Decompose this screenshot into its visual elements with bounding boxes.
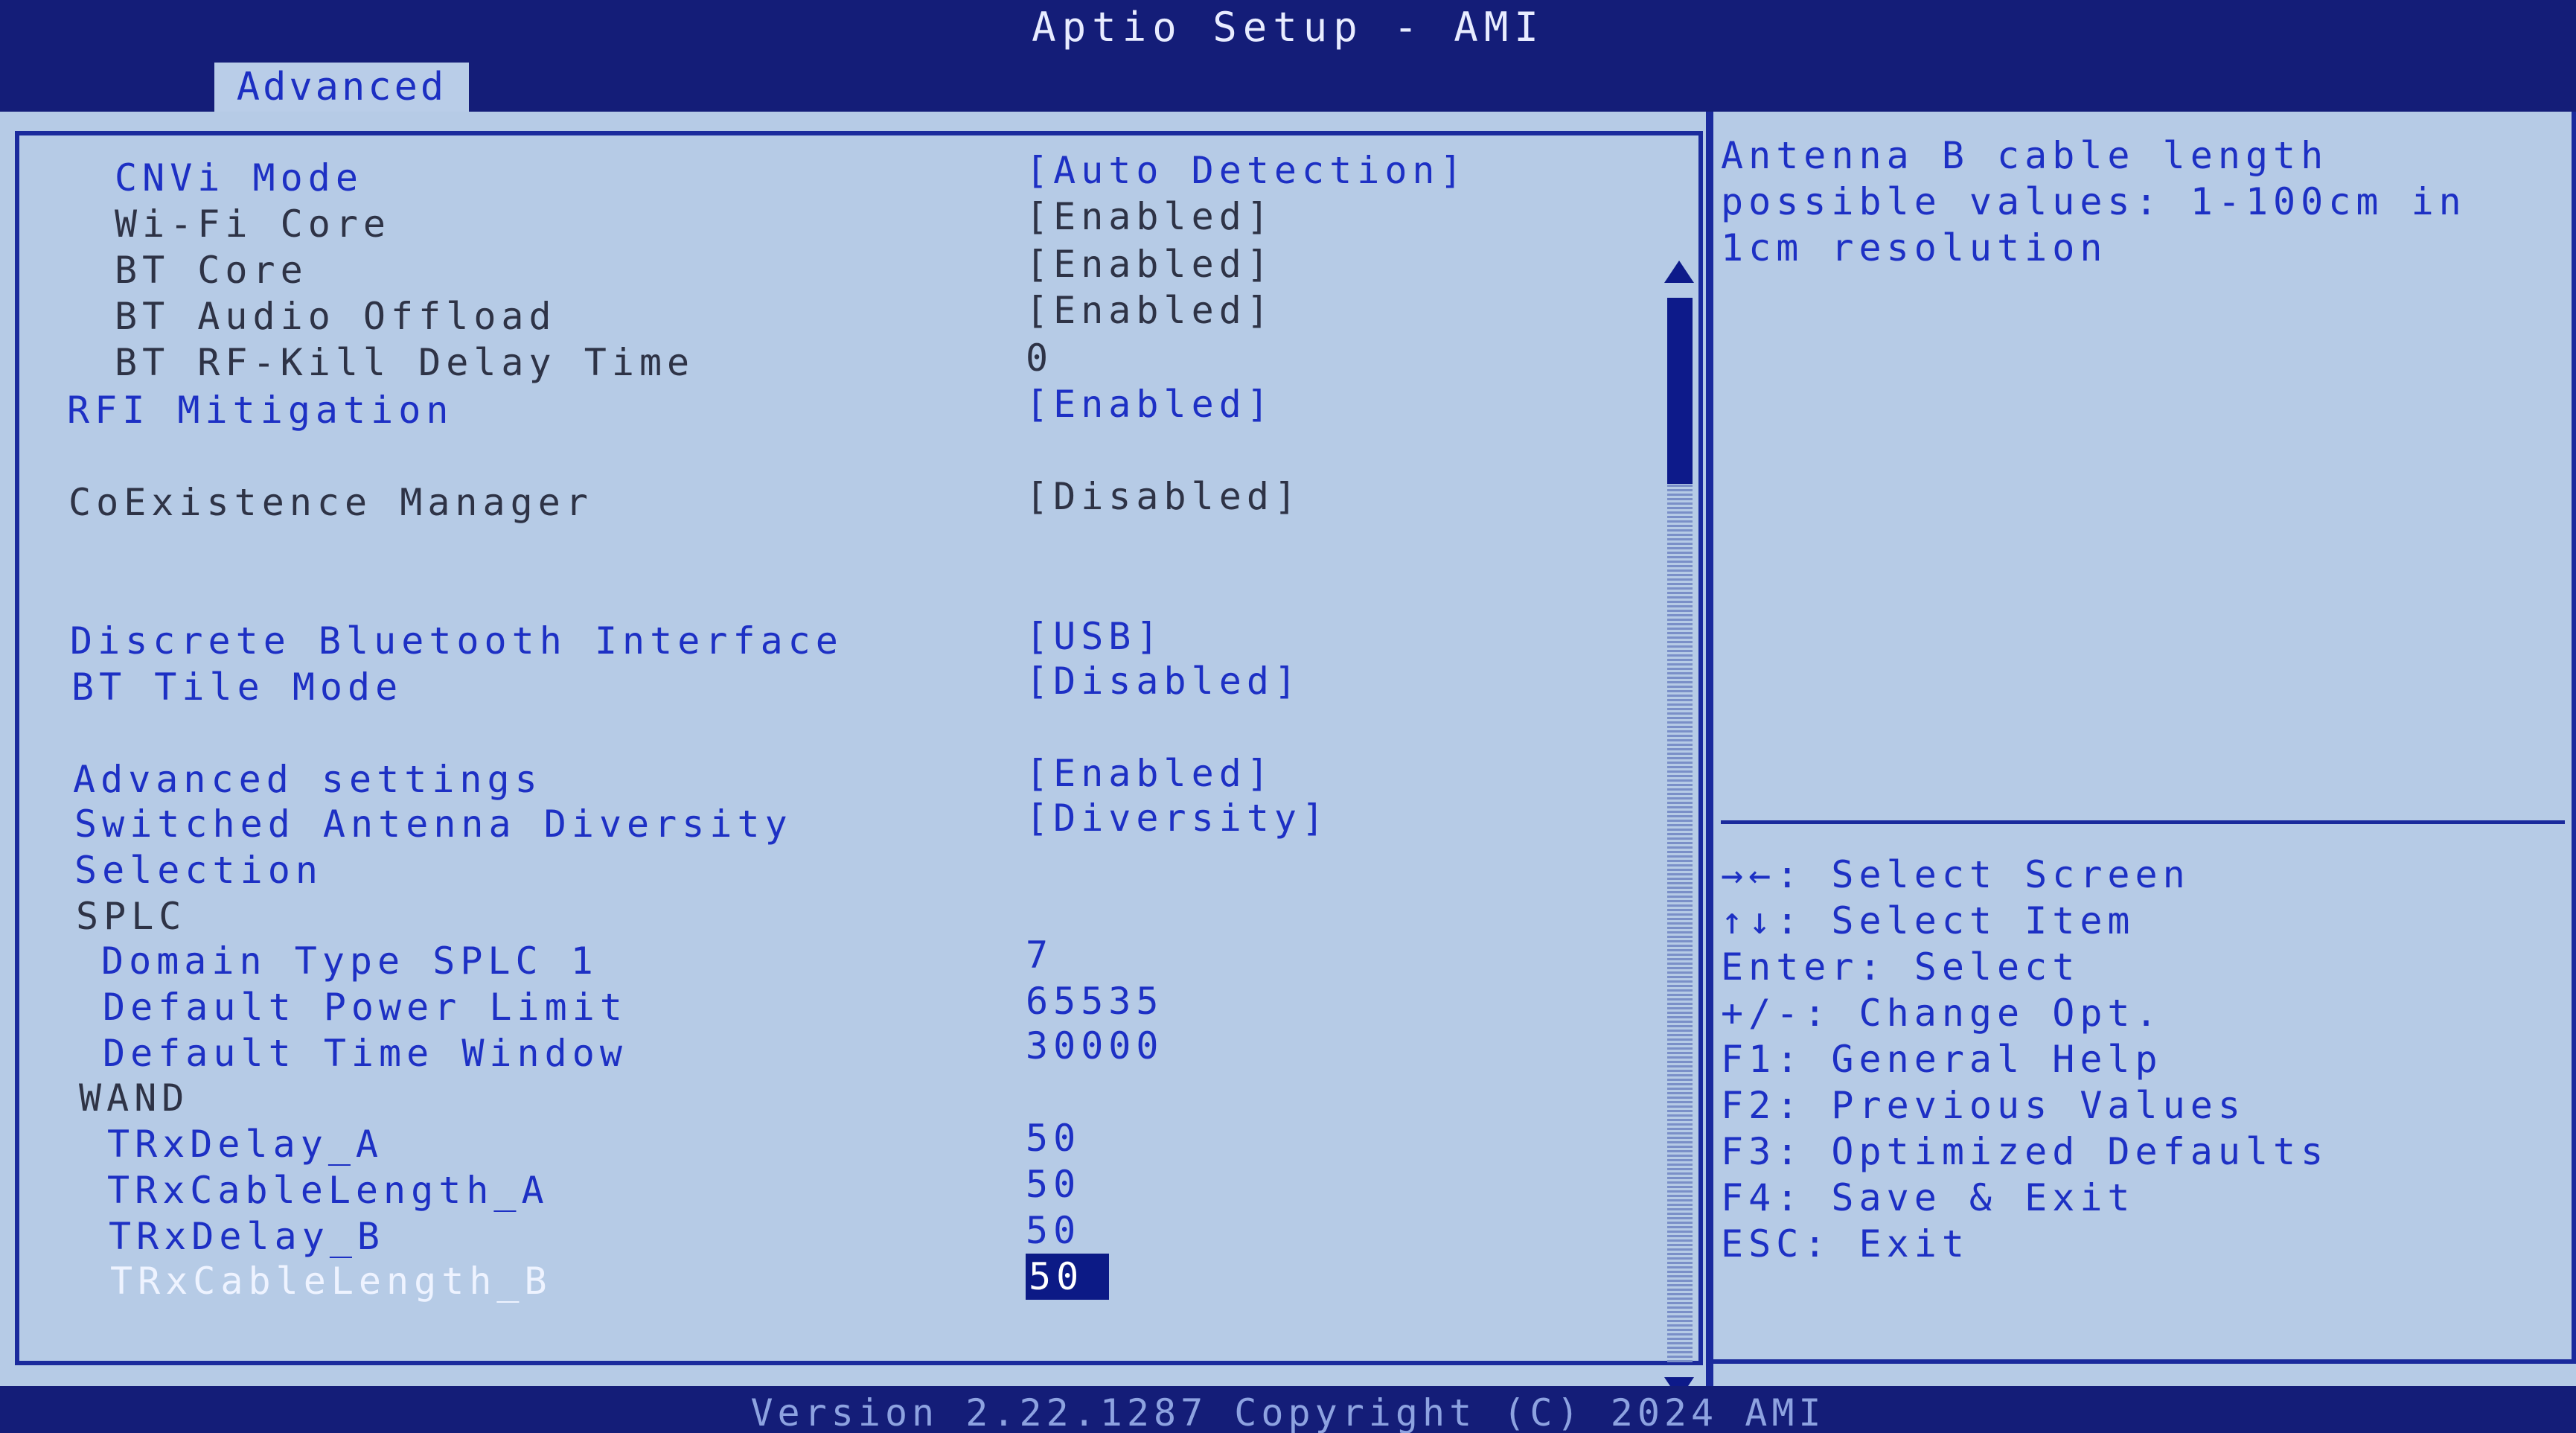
setting-default-time-window-value[interactable]: 30000 bbox=[1026, 1023, 1164, 1069]
setting-bt-tile-mode[interactable]: BT Tile Mode bbox=[71, 664, 403, 710]
setting-coexistence-manager: CoExistence Manager bbox=[68, 481, 593, 524]
panel-divider bbox=[1706, 112, 1713, 1386]
setting-trxcablelength-b-value[interactable]: 50 bbox=[1026, 1254, 1110, 1300]
key-hint-general-help: F1: General Help bbox=[1721, 1038, 2163, 1081]
setting-trxdelay-a-value[interactable]: 50 bbox=[1026, 1115, 1081, 1161]
key-hint-select-screen: →←: Select Screen bbox=[1721, 853, 2190, 896]
setting-trxcablelength-a[interactable]: TRxCableLength_A bbox=[107, 1167, 549, 1213]
setting-bt-audio-offload-value: [Enabled] bbox=[1026, 289, 1274, 332]
setting-rfi-mitigation-value[interactable]: [Enabled] bbox=[1026, 381, 1274, 427]
key-hint-previous-values: F2: Previous Values bbox=[1721, 1084, 2246, 1127]
setting-cnvi-mode[interactable]: CNVi Mode bbox=[115, 155, 363, 201]
setting-bt-rfkill-delay: BT RF-Kill Delay Time bbox=[115, 341, 695, 384]
app-title: Aptio Setup - AMI bbox=[1032, 4, 1544, 51]
setting-domain-type-splc-value[interactable]: 7 bbox=[1026, 932, 1053, 978]
setting-default-time-window[interactable]: Default Time Window bbox=[103, 1030, 627, 1076]
scrollbar-thumb[interactable] bbox=[1667, 298, 1693, 484]
key-hint-optimized-defaults: F3: Optimized Defaults bbox=[1721, 1130, 2329, 1173]
setting-advanced-settings-value[interactable]: [Enabled] bbox=[1026, 750, 1274, 797]
setting-trxcablelength-a-value[interactable]: 50 bbox=[1026, 1161, 1081, 1207]
scroll-up-arrow-icon[interactable] bbox=[1664, 261, 1694, 283]
setting-trxdelay-a[interactable]: TRxDelay_A bbox=[107, 1121, 383, 1167]
setting-bt-core: BT Core bbox=[115, 249, 308, 292]
help-text-line: possible values: 1-100cm in bbox=[1721, 180, 2467, 223]
setting-wifi-core: Wi-Fi Core bbox=[115, 202, 391, 246]
setting-switched-antenna-diversity-line2[interactable]: Selection bbox=[74, 847, 323, 893]
key-hint-select-item: ↑↓: Select Item bbox=[1721, 899, 2135, 942]
setting-bt-rfkill-delay-value: 0 bbox=[1026, 336, 1054, 380]
setup-content: CNVi Mode [Auto Detection] Wi-Fi Core [E… bbox=[0, 112, 2576, 1400]
section-wand: WAND bbox=[79, 1076, 190, 1120]
setting-bt-tile-mode-value[interactable]: [Disabled] bbox=[1026, 658, 1302, 704]
setting-discrete-bt-interface-value[interactable]: [USB] bbox=[1026, 613, 1164, 660]
section-splc: SPLC bbox=[76, 895, 187, 938]
setting-rfi-mitigation[interactable]: RFI Mitigation bbox=[67, 387, 453, 433]
tab-advanced[interactable]: Advanced bbox=[214, 63, 469, 112]
setting-switched-antenna-diversity-value[interactable]: [Diversity] bbox=[1026, 795, 1329, 841]
setting-bt-audio-offload: BT Audio Offload bbox=[115, 295, 557, 338]
help-text-line: 1cm resolution bbox=[1721, 226, 2108, 269]
key-hint-change-opt: +/-: Change Opt. bbox=[1721, 992, 2163, 1035]
setting-cnvi-mode-value[interactable]: [Auto Detection] bbox=[1026, 147, 1468, 194]
version-copyright: Version 2.22.1287 Copyright (C) 2024 AMI bbox=[750, 1391, 1826, 1433]
setting-advanced-settings[interactable]: Advanced settings bbox=[73, 756, 543, 802]
setting-bt-core-value: [Enabled] bbox=[1026, 243, 1274, 286]
key-hint-exit: ESC: Exit bbox=[1721, 1222, 1969, 1266]
setting-switched-antenna-diversity[interactable]: Switched Antenna Diversity bbox=[74, 801, 793, 847]
help-divider bbox=[1721, 820, 2565, 824]
setting-domain-type-splc[interactable]: Domain Type SPLC 1 bbox=[101, 938, 598, 984]
setting-trxdelay-b-value[interactable]: 50 bbox=[1026, 1207, 1081, 1254]
key-hint-save-exit: F4: Save & Exit bbox=[1721, 1176, 2135, 1219]
help-text-line: Antenna B cable length bbox=[1721, 134, 2329, 177]
title-bar: Aptio Setup - AMI Advanced bbox=[0, 0, 2576, 112]
setting-trxcablelength-b[interactable]: TRxCableLength_B bbox=[110, 1258, 552, 1304]
setting-discrete-bt-interface[interactable]: Discrete Bluetooth Interface bbox=[70, 618, 843, 664]
setting-trxdelay-b[interactable]: TRxDelay_B bbox=[109, 1213, 385, 1260]
footer-bar: Version 2.22.1287 Copyright (C) 2024 AMI bbox=[0, 1386, 2576, 1433]
setting-coexistence-manager-value: [Disabled] bbox=[1026, 475, 1303, 518]
setting-wifi-core-value: [Enabled] bbox=[1026, 195, 1274, 238]
key-hint-enter: Enter: Select bbox=[1721, 945, 2080, 989]
setting-default-power-limit[interactable]: Default Power Limit bbox=[103, 984, 627, 1030]
setting-default-power-limit-value[interactable]: 65535 bbox=[1026, 978, 1164, 1024]
